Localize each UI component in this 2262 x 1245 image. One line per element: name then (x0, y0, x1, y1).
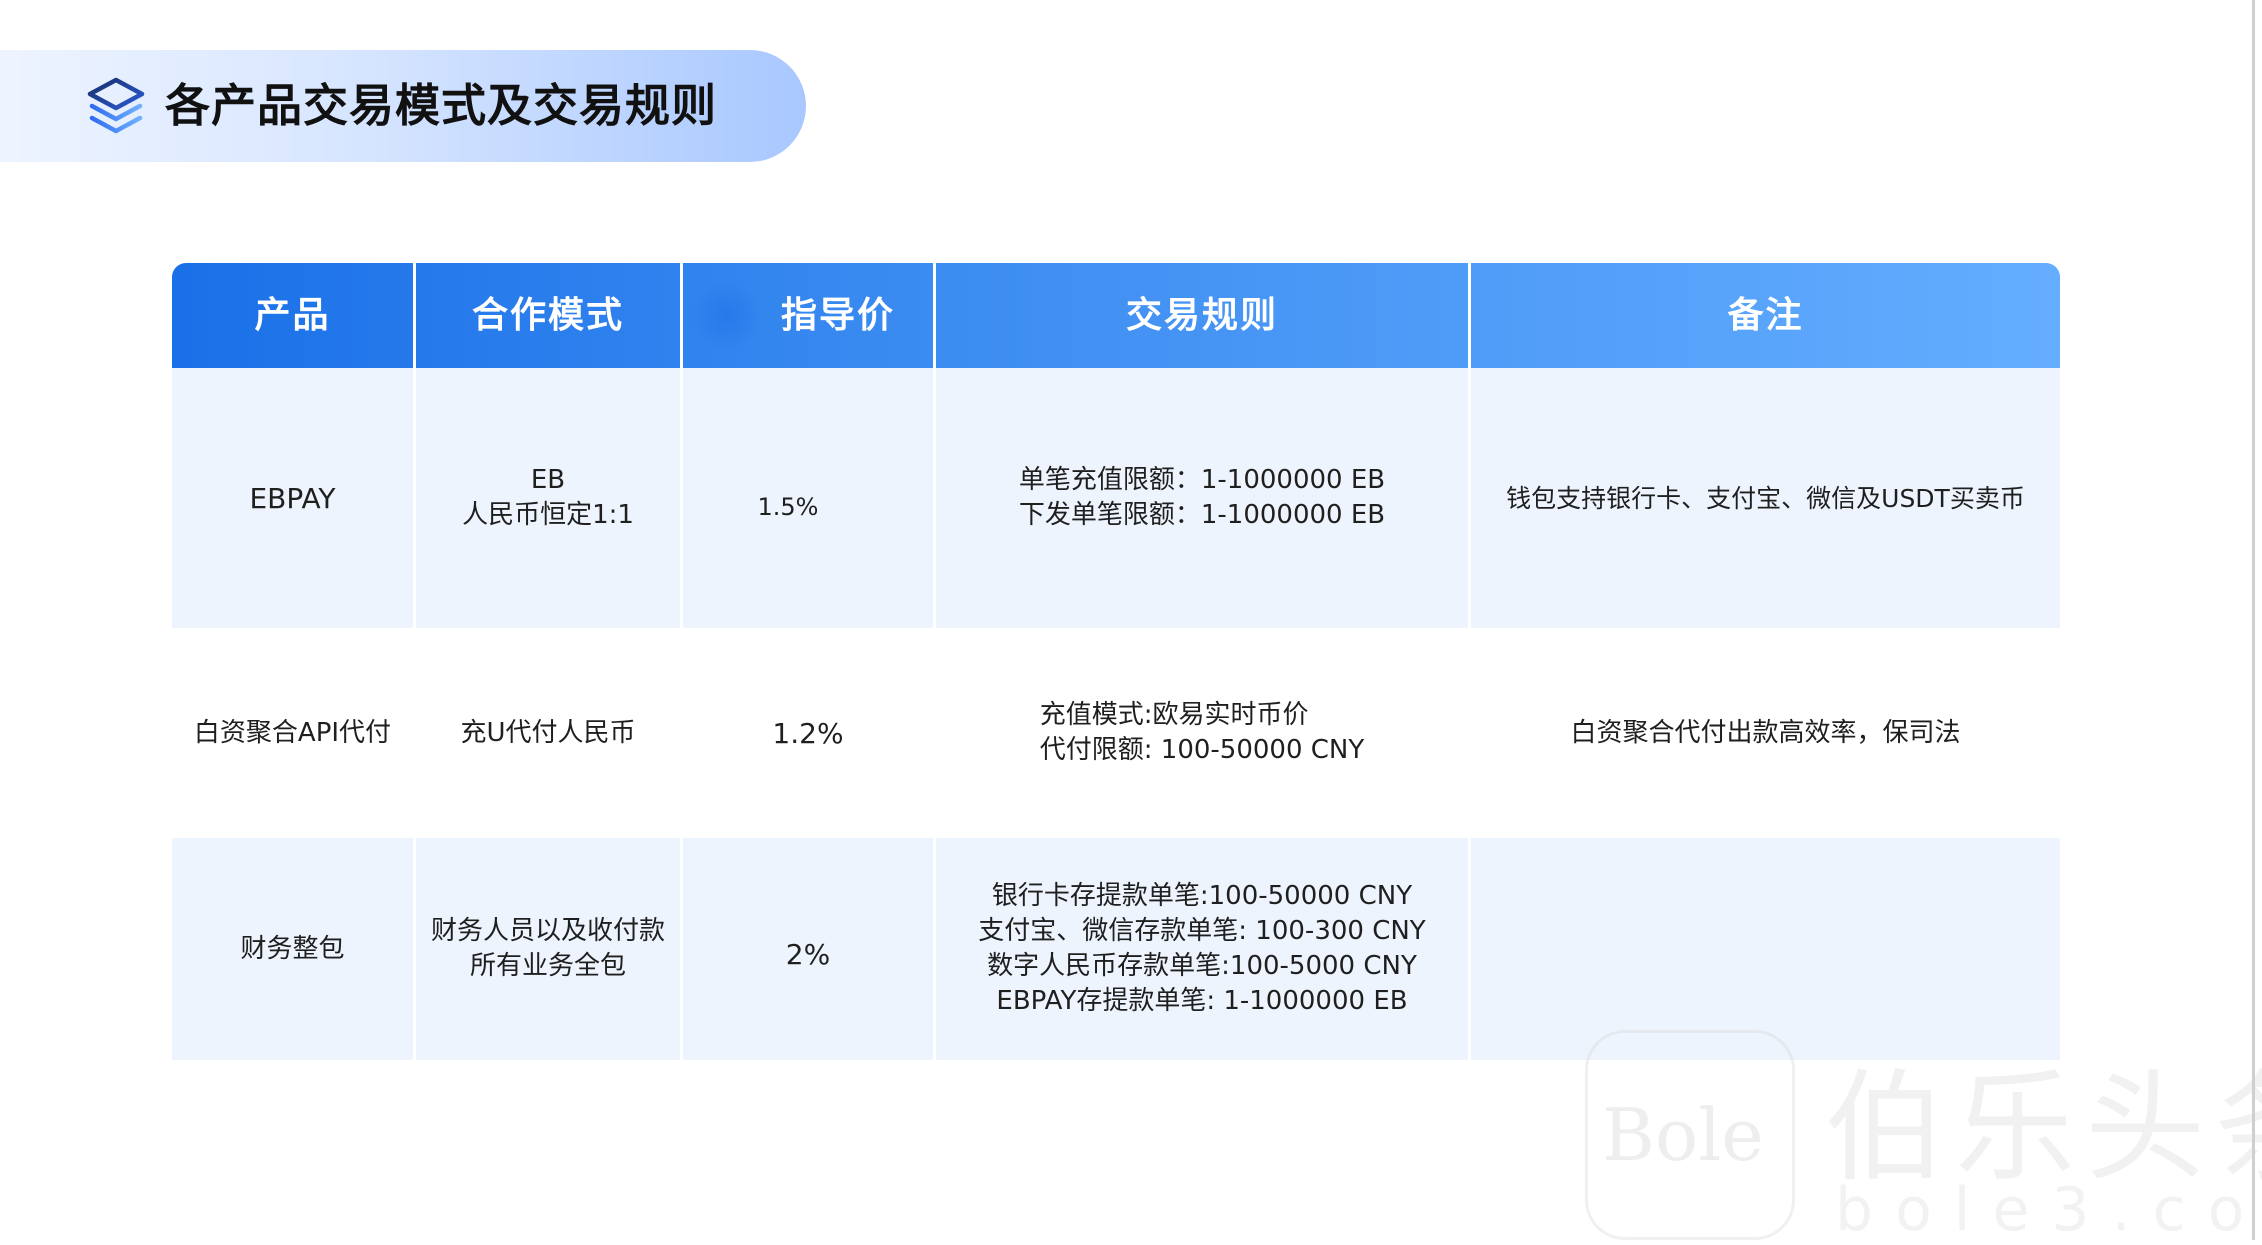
cell-price: 2% (785, 937, 831, 971)
watermark-logo: Bole (1602, 1093, 1764, 1177)
header-price: 指导价 (780, 295, 895, 336)
watermark-en-text: bole3.com (1835, 1175, 2262, 1245)
rule-line: 单笔充值限额：1-1000000 EB (1018, 465, 1386, 495)
table-header: 产品 合作模式 指导价 交易规则 备注 (172, 263, 2060, 368)
watermark-logo-box: Bole (1585, 1030, 1795, 1240)
cell-rules: 充值模式:欧易实时币价 代付限额: 100-50000 CNY (936, 628, 1468, 838)
mode-line: 财务人员以及收付款 (430, 916, 665, 946)
mode-line: 所有业务全包 (469, 951, 626, 981)
cell-price: 1.5% (757, 492, 819, 521)
layers-icon (87, 77, 145, 134)
rule-line: 支付宝、微信存款单笔: 100-300 CNY (978, 916, 1426, 946)
cell-note (1471, 838, 2060, 1060)
header-mode: 合作模式 (471, 295, 624, 336)
page-edge (2252, 0, 2255, 1240)
cell-rules: 银行卡存提款单笔:100-50000 CNY 支付宝、微信存款单笔: 100-3… (936, 838, 1468, 1060)
rule-line: 下发单笔限额：1-1000000 EB (1018, 500, 1386, 530)
rule-line: 银行卡存提款单笔:100-50000 CNY (991, 881, 1413, 911)
rule-line: 代付限额: 100-50000 CNY (1039, 735, 1365, 765)
cell-mode: 财务人员以及收付款 所有业务全包 (416, 838, 680, 1060)
cell-product: 白资聚合API代付 (193, 717, 392, 748)
header-rules: 交易规则 (1125, 295, 1278, 336)
title-banner: 各产品交易模式及交易规则 (0, 50, 806, 162)
mode-line: 人民币恒定1:1 (462, 500, 634, 530)
cell-price: 1.2% (772, 716, 844, 750)
rules-table: 产品 合作模式 指导价 交易规则 备注 EBPAY EB 人民币恒定1:1 1.… (172, 263, 2060, 1060)
header-product: 产品 (254, 295, 331, 336)
cell-note: 白资聚合代付出款高效率，保司法 (1570, 717, 1961, 748)
rule-line: 数字人民币存款单笔:100-5000 CNY (987, 951, 1417, 981)
table-row: 白资聚合API代付 充U代付人民币 1.2% 充值模式:欧易实时币价 代付限额:… (172, 628, 2060, 838)
table-row: 财务整包 财务人员以及收付款 所有业务全包 2% 银行卡存提款单笔:100-50… (172, 838, 2060, 1060)
rule-line: 充值模式:欧易实时币价 (1039, 700, 1309, 730)
cell-mode: 充U代付人民币 (460, 717, 636, 748)
rule-line: EBPAY存提款单笔: 1-1000000 EB (996, 986, 1408, 1016)
cell-product: EBPAY (249, 481, 336, 515)
page-title: 各产品交易模式及交易规则 (165, 79, 718, 132)
header-note: 备注 (1727, 295, 1804, 336)
mode-line: EB (530, 465, 566, 495)
watermark: Bole 伯乐头条 bole3.com (1585, 1030, 2262, 1245)
cell-note: 钱包支持银行卡、支付宝、微信及USDT买卖币 (1506, 483, 2025, 513)
cell-rules: 单笔充值限额：1-1000000 EB 下发单笔限额：1-1000000 EB (936, 368, 1468, 628)
table-row: EBPAY EB 人民币恒定1:1 1.5% 单笔充值限额：1-1000000 … (172, 368, 2060, 628)
cell-mode: EB 人民币恒定1:1 (416, 368, 680, 628)
cell-product: 财务整包 (240, 933, 345, 964)
